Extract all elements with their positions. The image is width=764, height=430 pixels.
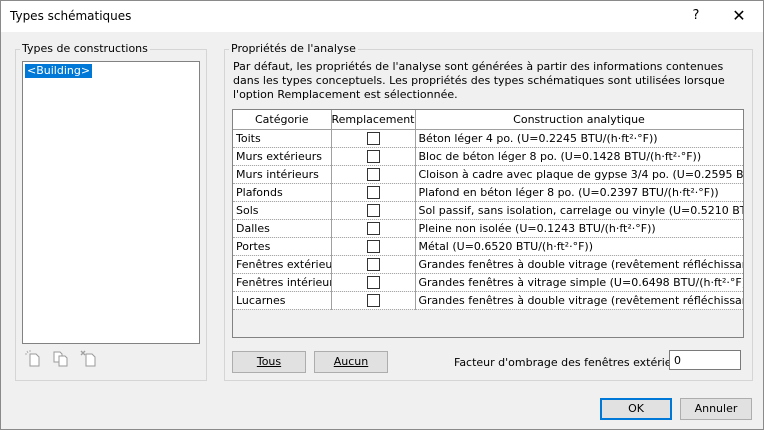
analysis-properties-label: Propriétés de l'analyse bbox=[229, 42, 358, 56]
override-cell bbox=[331, 237, 416, 256]
duplicate-type-icon[interactable] bbox=[52, 350, 70, 368]
category-cell: Dalles bbox=[233, 219, 332, 238]
category-cell: Fenêtres intérieur bbox=[233, 273, 332, 292]
table-row[interactable]: Sols Sol passif, sans isolation, carrelag… bbox=[233, 201, 743, 220]
construction-cell[interactable]: Béton léger 4 po. (U=0.2245 BTU/(h·ft²·°… bbox=[415, 129, 743, 148]
override-cell bbox=[331, 129, 416, 148]
override-checkbox[interactable] bbox=[366, 276, 380, 290]
dialog-title: Types schématiques bbox=[10, 9, 132, 23]
override-cell bbox=[331, 147, 416, 166]
construction-cell[interactable]: Métal (U=0.6520 BTU/(h·ft²·°F)) bbox=[415, 237, 743, 256]
help-button[interactable]: ? bbox=[685, 5, 707, 27]
none-button-label: Aucun bbox=[333, 355, 369, 368]
all-button-label: Tous bbox=[256, 355, 282, 368]
override-checkbox[interactable] bbox=[366, 186, 380, 200]
category-cell: Murs intérieurs bbox=[233, 165, 332, 184]
properties-grid: Catégorie Remplacement Construction anal… bbox=[232, 109, 744, 338]
properties-table: Catégorie Remplacement Construction anal… bbox=[233, 110, 743, 310]
delete-type-icon[interactable] bbox=[80, 350, 98, 368]
ok-button[interactable]: OK bbox=[600, 398, 672, 420]
override-cell bbox=[331, 255, 416, 274]
override-cell bbox=[331, 165, 416, 184]
override-cell bbox=[331, 291, 416, 310]
override-cell bbox=[331, 273, 416, 292]
construction-cell[interactable]: Bloc de béton léger 8 po. (U=0.1428 BTU/… bbox=[415, 147, 743, 166]
column-header-category[interactable]: Catégorie bbox=[233, 110, 332, 130]
override-checkbox[interactable] bbox=[366, 240, 380, 254]
table-row[interactable]: Fenêtres intérieur Grandes fenêtres à vit… bbox=[233, 273, 743, 292]
construction-cell[interactable]: Grandes fenêtres à double vitrage (revêt… bbox=[415, 255, 743, 274]
construction-cell[interactable]: Sol passif, sans isolation, carrelage ou… bbox=[415, 201, 743, 220]
construction-cell[interactable]: Cloison à cadre avec plaque de gypse 3/4… bbox=[415, 165, 743, 184]
category-cell: Murs extérieurs bbox=[233, 147, 332, 166]
dialog-window: Types schématiques ? ✕ Types de construc… bbox=[0, 0, 764, 430]
table-row[interactable]: Portes Métal (U=0.6520 BTU/(h·ft²·°F)) bbox=[233, 237, 743, 256]
category-cell: Lucarnes bbox=[233, 291, 332, 310]
shading-factor-label: Facteur d'ombrage des fenêtres extérieur… bbox=[454, 356, 700, 369]
category-cell: Sols bbox=[233, 201, 332, 220]
construction-cell[interactable]: Grandes fenêtres à double vitrage (revêt… bbox=[415, 291, 743, 310]
table-row[interactable]: Fenêtres extérieur Grandes fenêtres à dou… bbox=[233, 255, 743, 274]
override-checkbox[interactable] bbox=[366, 150, 380, 164]
construction-types-list[interactable]: <Building> bbox=[22, 61, 200, 344]
override-cell bbox=[331, 219, 416, 238]
table-row[interactable]: Plafonds Plafond en béton léger 8 po. (U=… bbox=[233, 183, 743, 202]
none-button[interactable]: Aucun bbox=[314, 351, 388, 373]
construction-cell[interactable]: Grandes fenêtres à vitrage simple (U=0.6… bbox=[415, 273, 743, 292]
list-item-building[interactable]: <Building> bbox=[25, 64, 93, 78]
table-row[interactable]: Lucarnes Grandes fenêtres à double vitrag… bbox=[233, 291, 743, 310]
title-bar: Types schématiques ? ✕ bbox=[1, 1, 763, 32]
table-row[interactable]: Murs intérieurs Cloison à cadre avec plaq… bbox=[233, 165, 743, 184]
table-header-row: Catégorie Remplacement Construction anal… bbox=[233, 110, 743, 130]
shading-factor-input[interactable]: 0 bbox=[669, 350, 741, 370]
category-cell: Toits bbox=[233, 129, 332, 148]
override-cell bbox=[331, 183, 416, 202]
override-checkbox[interactable] bbox=[366, 132, 380, 146]
close-button[interactable]: ✕ bbox=[728, 5, 750, 27]
table-row[interactable]: Toits Béton léger 4 po. (U=0.2245 BTU/(h·… bbox=[233, 129, 743, 148]
new-type-icon[interactable] bbox=[25, 350, 43, 368]
construction-cell[interactable]: Plafond en béton léger 8 po. (U=0.2397 B… bbox=[415, 183, 743, 202]
override-checkbox[interactable] bbox=[366, 222, 380, 236]
override-checkbox[interactable] bbox=[366, 168, 380, 182]
description-text: Par défaut, les propriétés de l'analyse … bbox=[233, 60, 725, 101]
column-header-construction[interactable]: Construction analytique bbox=[415, 110, 743, 130]
override-checkbox[interactable] bbox=[366, 258, 380, 272]
all-button[interactable]: Tous bbox=[232, 351, 306, 373]
category-cell: Fenêtres extérieur bbox=[233, 255, 332, 274]
construction-types-label: Types de constructions bbox=[20, 42, 150, 56]
column-header-override[interactable]: Remplacement bbox=[331, 110, 416, 130]
table-row[interactable]: Dalles Pleine non isolée (U=0.1243 BTU/(h… bbox=[233, 219, 743, 238]
construction-cell[interactable]: Pleine non isolée (U=0.1243 BTU/(h·ft²·°… bbox=[415, 219, 743, 238]
category-cell: Portes bbox=[233, 237, 332, 256]
cancel-button[interactable]: Annuler bbox=[680, 398, 752, 420]
override-checkbox[interactable] bbox=[366, 204, 380, 218]
category-cell: Plafonds bbox=[233, 183, 332, 202]
table-row[interactable]: Murs extérieurs Bloc de béton léger 8 po.… bbox=[233, 147, 743, 166]
override-cell bbox=[331, 201, 416, 220]
override-checkbox[interactable] bbox=[366, 294, 380, 308]
